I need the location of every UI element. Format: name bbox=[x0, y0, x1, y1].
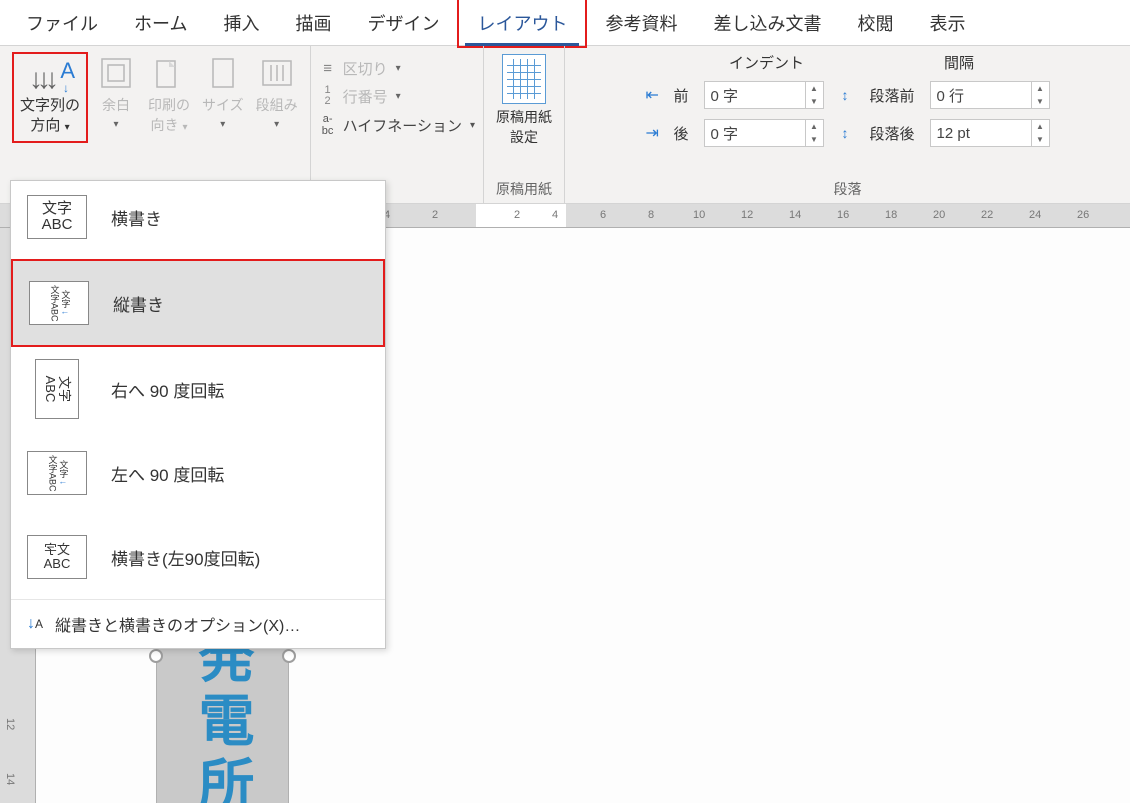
manuscript-label-2: 設定 bbox=[510, 128, 538, 148]
orientation-label-1: 印刷の bbox=[148, 96, 190, 116]
manuscript-button[interactable]: 原稿用紙 設定 bbox=[492, 52, 556, 149]
textdir-option-rotate-left[interactable]: 文字ABC 文字 ↓ 左へ 90 度回転 bbox=[11, 431, 385, 515]
columns-button[interactable]: 段組み ▾ bbox=[252, 52, 302, 143]
indent-after-icon: ⇥ bbox=[646, 123, 668, 143]
text-direction-button[interactable]: ↓↓↓ A ↓ 文字列の 方向 ▾ bbox=[12, 52, 88, 143]
spin-up[interactable]: ▲ bbox=[1032, 82, 1049, 95]
text-direction-menu: 文字 ABC 横書き 文字ABC 文字 ↓ 縦書き 文字ABC 右へ 90 度回… bbox=[10, 180, 386, 649]
spacing-before-label: 段落前 bbox=[870, 85, 924, 106]
orientation-icon bbox=[149, 54, 189, 92]
menu-tab-references[interactable]: 参考資料 bbox=[587, 0, 695, 46]
resize-handle-lm[interactable] bbox=[149, 649, 163, 663]
indent-after-input[interactable]: 0 字 ▲▼ bbox=[704, 119, 824, 147]
textdir-option-label: 左へ 90 度回転 bbox=[111, 461, 224, 486]
textdir-icon-horizontal: 文字 ABC bbox=[27, 195, 87, 239]
spacing-before-input[interactable]: 0 行 ▲▼ bbox=[930, 81, 1050, 109]
textdir-footer-icon: ↓A bbox=[27, 615, 43, 633]
text-direction-label-2: 方向 ▾ bbox=[30, 116, 69, 136]
indent-before-input[interactable]: 0 字 ▲▼ bbox=[704, 81, 824, 109]
spin-down[interactable]: ▼ bbox=[806, 95, 823, 108]
spin-up[interactable]: ▲ bbox=[806, 120, 823, 133]
size-icon bbox=[203, 54, 243, 92]
chevron-down-icon: ▾ bbox=[220, 118, 225, 132]
menu-tabs: ファイル ホーム 挿入 描画 デザイン レイアウト 参考資料 差し込み文書 校閲… bbox=[0, 0, 1130, 46]
spacing-before-icon: ↕ bbox=[842, 87, 864, 103]
size-label: サイズ bbox=[202, 96, 244, 116]
columns-label: 段組み bbox=[256, 96, 298, 116]
textdir-option-label: 右へ 90 度回転 bbox=[111, 377, 224, 402]
size-button[interactable]: サイズ ▾ bbox=[198, 52, 248, 143]
orientation-label-2: 向き ▾ bbox=[151, 116, 188, 136]
chevron-down-icon: ▾ bbox=[396, 63, 401, 74]
menu-tab-design[interactable]: デザイン bbox=[349, 0, 457, 46]
menu-tab-mailings[interactable]: 差し込み文書 bbox=[695, 0, 839, 46]
chevron-down-icon: ▾ bbox=[114, 118, 119, 132]
spin-up[interactable]: ▲ bbox=[806, 82, 823, 95]
textdir-option-label: 縦書き bbox=[113, 291, 164, 316]
spacing-after-label: 段落後 bbox=[870, 123, 924, 144]
ribbon-group-paragraph: インデント 間隔 ⇤ 前 0 字 ▲▼ ↕ 段落前 0 行 ▲▼ ⇥ 後 0 字… bbox=[565, 46, 1130, 203]
breaks-button[interactable]: ≡ 区切り ▾ bbox=[319, 58, 475, 79]
textdir-options-more[interactable]: ↓A 縦書きと横書きのオプション(X)… bbox=[11, 599, 385, 648]
indent-before-icon: ⇤ bbox=[646, 85, 668, 105]
spacing-before-value: 0 行 bbox=[931, 85, 1031, 106]
textdir-option-vertical[interactable]: 文字ABC 文字 ↓ 縦書き bbox=[11, 259, 385, 347]
resize-handle-rm[interactable] bbox=[282, 649, 296, 663]
textdir-icon-rotate-right: 文字ABC bbox=[35, 359, 79, 419]
text-direction-label-1: 文字列の bbox=[20, 96, 80, 116]
menu-tab-view[interactable]: 表示 bbox=[911, 0, 983, 46]
orientation-button[interactable]: 印刷の 向き ▾ bbox=[144, 52, 194, 143]
columns-icon bbox=[257, 54, 297, 92]
textdir-icon-vertical: 文字ABC 文字 ↓ bbox=[29, 281, 89, 325]
ribbon-group-manuscript: 原稿用紙 設定 原稿用紙 bbox=[484, 46, 565, 203]
chevron-down-icon: ▾ bbox=[470, 120, 475, 131]
indent-after-label: 後 bbox=[674, 123, 698, 144]
hyphenation-icon: a-bc bbox=[319, 113, 337, 137]
menu-tab-draw[interactable]: 描画 bbox=[277, 0, 349, 46]
line-numbers-label: 行番号 bbox=[343, 86, 388, 107]
textdir-option-label: 横書き bbox=[111, 205, 162, 230]
group-label-manuscript: 原稿用紙 bbox=[492, 175, 556, 199]
spacing-after-input[interactable]: 12 pt ▲▼ bbox=[930, 119, 1050, 147]
textdir-footer-label: 縦書きと横書きのオプション(X)… bbox=[55, 612, 300, 636]
menu-tab-home[interactable]: ホーム bbox=[116, 0, 205, 46]
textdir-option-rotate-right[interactable]: 文字ABC 右へ 90 度回転 bbox=[11, 347, 385, 431]
margins-button[interactable]: 余白 ▾ bbox=[92, 52, 140, 143]
spin-up[interactable]: ▲ bbox=[1032, 120, 1049, 133]
hyphenation-label: ハイフネーション bbox=[343, 115, 462, 136]
spin-down[interactable]: ▼ bbox=[1032, 95, 1049, 108]
textdir-option-horizontal-rot[interactable]: 文字ABC 横書き(左90度回転) bbox=[11, 515, 385, 599]
margins-label: 余白 bbox=[102, 96, 130, 116]
group-label-paragraph: 段落 bbox=[577, 175, 1118, 199]
textdir-icon-horizontal-rot: 文字ABC bbox=[27, 535, 87, 579]
textdir-option-label: 横書き(左90度回転) bbox=[111, 545, 260, 570]
menu-tab-layout[interactable]: レイアウト bbox=[457, 0, 587, 48]
breaks-icon: ≡ bbox=[319, 60, 337, 77]
hyphenation-button[interactable]: a-bc ハイフネーション ▾ bbox=[319, 113, 475, 137]
text-direction-icon: ↓↓↓ A ↓ bbox=[23, 58, 77, 94]
indent-before-value: 0 字 bbox=[705, 85, 805, 106]
indent-header: インデント bbox=[729, 52, 804, 73]
textdir-icon-rotate-left: 文字ABC 文字 ↓ bbox=[27, 451, 87, 495]
chevron-down-icon: ▾ bbox=[396, 91, 401, 102]
spacing-header: 間隔 bbox=[944, 52, 974, 73]
manuscript-label-1: 原稿用紙 bbox=[496, 108, 552, 128]
chevron-down-icon: ▾ bbox=[274, 118, 279, 132]
indent-after-value: 0 字 bbox=[705, 123, 805, 144]
menu-tab-review[interactable]: 校閲 bbox=[839, 0, 911, 46]
textdir-option-horizontal[interactable]: 文字 ABC 横書き bbox=[11, 181, 385, 259]
spin-down[interactable]: ▼ bbox=[806, 133, 823, 146]
breaks-label: 区切り bbox=[343, 58, 388, 79]
indent-before-label: 前 bbox=[674, 85, 698, 106]
menu-tab-file[interactable]: ファイル bbox=[8, 0, 116, 46]
manuscript-icon bbox=[502, 54, 546, 104]
line-numbers-icon: 12 bbox=[319, 85, 337, 107]
spin-down[interactable]: ▼ bbox=[1032, 133, 1049, 146]
spacing-after-value: 12 pt bbox=[931, 125, 1031, 142]
menu-tab-insert[interactable]: 挿入 bbox=[205, 0, 277, 46]
spacing-after-icon: ↕ bbox=[842, 125, 864, 141]
line-numbers-button[interactable]: 12 行番号 ▾ bbox=[319, 85, 475, 107]
margins-icon bbox=[96, 54, 136, 92]
